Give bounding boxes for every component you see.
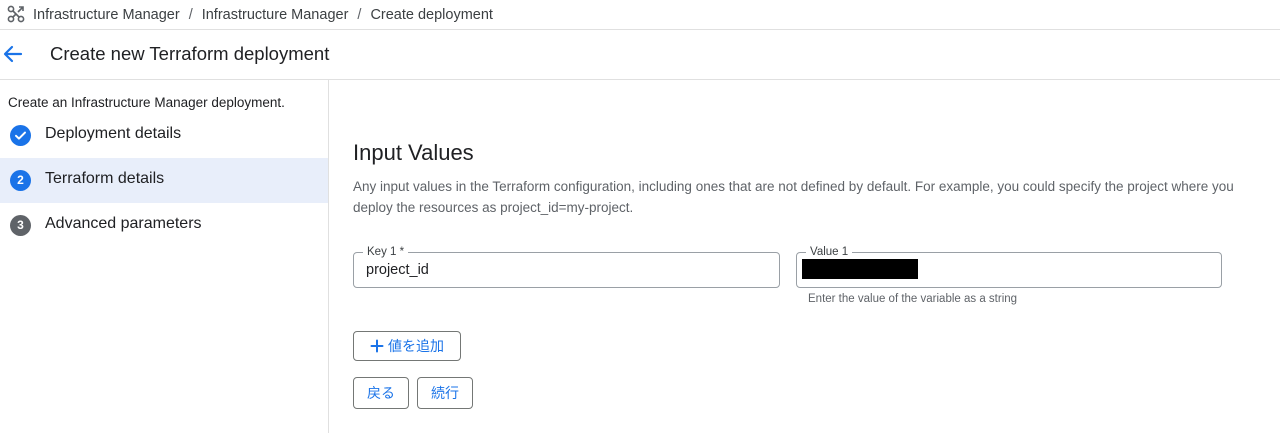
stepper-intro: Create an Infrastructure Manager deploym… <box>8 95 285 110</box>
infrastructure-manager-icon[interactable] <box>6 4 26 24</box>
breadcrumb-separator: / <box>357 7 362 23</box>
back-button-label: 戻る <box>367 385 395 401</box>
breadcrumb: Infrastructure Manager / Infrastructure … <box>33 7 493 23</box>
breadcrumb-separator: / <box>188 7 193 23</box>
step-label: Terraform details <box>45 170 165 187</box>
step-number: 2 <box>10 170 31 191</box>
arrow-back-icon[interactable] <box>2 43 24 65</box>
step-terraform-details[interactable]: 2 Terraform details <box>0 158 328 203</box>
back-button[interactable]: 戻る <box>353 377 409 409</box>
page-title: Create new Terraform deployment <box>50 43 330 64</box>
add-value-button[interactable]: 値を追加 <box>353 331 461 361</box>
plus-icon <box>370 339 384 353</box>
check-circle-icon <box>10 125 31 146</box>
section-description: Any input values in the Terraform config… <box>353 179 1234 215</box>
add-value-label: 値を追加 <box>388 338 444 354</box>
value-field-label: Value 1 <box>806 245 853 259</box>
key-field-value[interactable]: project_id <box>366 262 429 278</box>
page-header: Create new Terraform deployment <box>0 30 1280 80</box>
stepper-panel: Create an Infrastructure Manager deploym… <box>0 80 329 433</box>
key-field-label: Key 1 * <box>363 245 409 259</box>
breadcrumb-bar: Infrastructure Manager / Infrastructure … <box>0 0 1280 30</box>
step-advanced-parameters[interactable]: 3 Advanced parameters <box>0 203 328 248</box>
continue-button-label: 続行 <box>431 385 459 401</box>
redacted-value <box>802 259 918 279</box>
step-label: Advanced parameters <box>45 215 202 232</box>
step-deployment-details[interactable]: Deployment details <box>0 113 328 158</box>
value-field-hint: Enter the value of the variable as a str… <box>808 293 1018 305</box>
breadcrumb-item-infrastructure-manager-2[interactable]: Infrastructure Manager <box>202 7 349 23</box>
step-label: Deployment details <box>45 125 182 142</box>
key-field[interactable]: Key 1 * project_id <box>353 245 780 288</box>
breadcrumb-item-infrastructure-manager[interactable]: Infrastructure Manager <box>33 7 180 23</box>
continue-button[interactable]: 続行 <box>417 377 473 409</box>
value-field[interactable]: Value 1 <box>796 245 1222 288</box>
step-number: 3 <box>10 215 31 236</box>
breadcrumb-item-create-deployment: Create deployment <box>370 7 493 23</box>
section-title: Input Values <box>353 140 474 165</box>
